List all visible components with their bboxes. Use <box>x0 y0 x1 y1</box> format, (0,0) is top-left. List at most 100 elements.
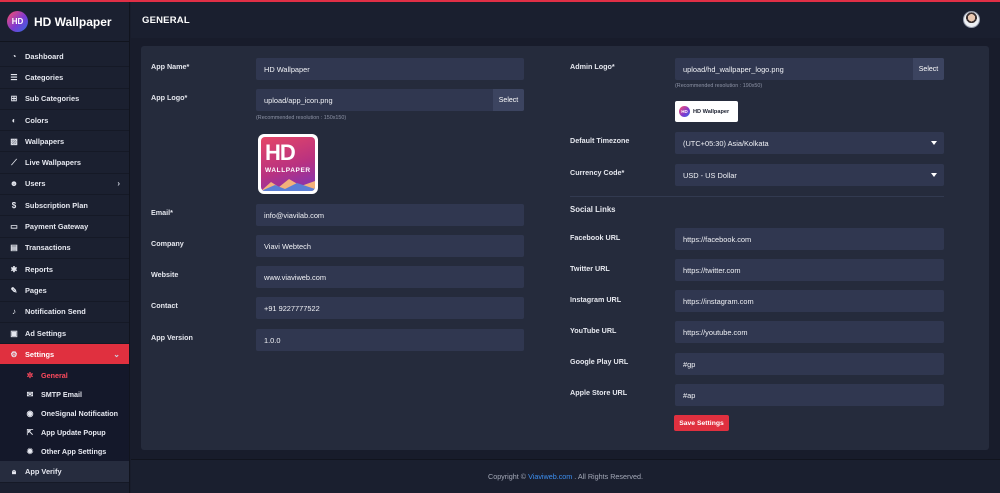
dollar-icon: $ <box>11 200 17 210</box>
sidebar-item-users[interactable]: ☻ Users › <box>0 174 129 196</box>
sidebar-item-reports[interactable]: ✱ Reports <box>0 259 129 281</box>
caret-down-icon <box>931 141 937 145</box>
twitter-label: Twitter URL <box>570 264 610 273</box>
sidebar-item-notification-send[interactable]: ♪ Notification Send <box>0 302 129 323</box>
website-label: Website <box>151 270 179 279</box>
sidebar-item-label: Subscription Plan <box>25 200 88 210</box>
google-play-label: Google Play URL <box>570 357 629 366</box>
app-icon-preview: HD WALLPAPER <box>258 134 318 194</box>
sidebar-item-label: Notification Send <box>25 307 86 317</box>
bell-icon: ♪ <box>12 307 16 317</box>
admin-logo-input[interactable]: upload/hd_wallpaper_logo.png Select <box>675 58 944 80</box>
sidebar-subitem-smtp-email[interactable]: ✉ SMTP Email <box>0 385 129 404</box>
sidebar-subitem-other-app-settings[interactable]: ✹ Other App Settings <box>0 442 129 461</box>
bug-icon: ✱ <box>10 264 18 274</box>
receipt-icon: ▤ <box>10 243 18 253</box>
sidebar-item-label: Live Wallpapers <box>25 158 81 168</box>
cog-icon: ✹ <box>26 447 34 457</box>
website-field[interactable]: www.viaviweb.com <box>256 266 524 288</box>
sidebar-item-wallpapers[interactable]: ▨ Wallpapers <box>0 131 129 153</box>
company-label: Company <box>151 239 184 248</box>
sidebar-item-sub-categories[interactable]: ⊞ Sub Categories <box>0 89 129 110</box>
sidebar-subitem-label: SMTP Email <box>41 389 83 399</box>
sidebar-item-label: Ad Settings <box>25 328 67 338</box>
sidebar-item-label: Settings <box>25 349 55 359</box>
company-field[interactable]: Viavi Webtech <box>256 235 524 257</box>
app-version-label: App Version <box>151 333 193 342</box>
timezone-select[interactable]: (UTC+05:30) Asia/Kolkata <box>675 132 944 154</box>
app-name-label: App Name* <box>151 62 190 71</box>
sidebar-subitem-label: General <box>41 370 68 380</box>
sidebar-item-pages[interactable]: ✎ Pages <box>0 280 129 302</box>
admin-logo-select-button[interactable]: Select <box>913 58 944 80</box>
top-header: GENERAL <box>131 2 1000 38</box>
gear-small-icon: ✲ <box>26 370 34 380</box>
chevron-down-icon: ⌄ <box>113 349 120 359</box>
apple-store-url-field[interactable]: #ap <box>675 384 944 406</box>
section-divider <box>570 196 944 197</box>
sidebar-subitem-label: OneSignal Notification <box>41 408 119 418</box>
sidebar-item-settings[interactable]: ⚙ Settings ⌄ <box>0 344 129 366</box>
sidebar-subitem-app-update-popup[interactable]: ⇱ App Update Popup <box>0 423 129 442</box>
save-settings-button[interactable]: Save Settings <box>674 415 729 431</box>
facebook-url-field[interactable]: https://facebook.com <box>675 228 944 250</box>
apple-store-label: Apple Store URL <box>570 388 628 397</box>
avatar[interactable] <box>963 11 980 28</box>
sidebar-item-label: Users <box>25 179 46 189</box>
sidebar: HD HD Wallpaper ◔ Dashboard ☰ Categories ⊞… <box>0 2 130 493</box>
sidebar-item-payment-gateway[interactable]: ▭ Payment Gateway <box>0 216 129 238</box>
social-links-title: Social Links <box>570 205 616 214</box>
sitemap-icon: ⊞ <box>10 94 18 104</box>
external-link-icon: ⇱ <box>26 428 34 438</box>
sidebar-item-transactions[interactable]: ▤ Transactions <box>0 238 129 259</box>
currency-select[interactable]: USD - US Dollar <box>675 164 944 186</box>
ad-icon: ▣ <box>10 328 18 338</box>
email-label: Email* <box>151 208 173 217</box>
app-logo-hint: (Recommended resolution : 150x150) <box>256 115 347 121</box>
sidebar-item-dashboard[interactable]: ◔ Dashboard <box>0 46 129 68</box>
sidebar-item-label: Dashboard <box>25 51 64 61</box>
app-logo-select-button[interactable]: Select <box>493 89 524 111</box>
footer-prefix: Copyright © <box>488 472 527 481</box>
brand[interactable]: HD HD Wallpaper <box>0 2 129 42</box>
sidebar-item-colors[interactable]: ◐ Colors <box>0 110 129 132</box>
app-icon-wallpaper-text: WALLPAPER <box>265 167 311 174</box>
mountain-icon <box>261 179 315 191</box>
sidebar-item-live-wallpapers[interactable]: ⟋ Live Wallpapers <box>0 152 129 174</box>
brand-logo-icon: HD <box>7 11 28 32</box>
app-version-field[interactable]: 1.0.0 <box>256 329 524 351</box>
page-title: GENERAL <box>142 14 190 26</box>
app-name-input[interactable]: HD Wallpaper <box>256 58 524 80</box>
twitter-url-field[interactable]: https://twitter.com <box>675 259 944 281</box>
sidebar-item-categories[interactable]: ☰ Categories <box>0 67 129 89</box>
youtube-label: YouTube URL <box>570 326 617 335</box>
sidebar-item-label: App Verify <box>25 467 62 477</box>
app-logo-input[interactable]: upload/app_icon.png Select <box>256 89 524 111</box>
instagram-url-field[interactable]: https://instagram.com <box>675 290 944 312</box>
app-icon-hd-text: HD <box>265 140 296 165</box>
youtube-url-field[interactable]: https://youtube.com <box>675 321 944 343</box>
sidebar-item-ad-settings[interactable]: ▣ Ad Settings <box>0 323 129 345</box>
sidebar-item-app-verify[interactable]: 🔒︎ App Verify <box>0 461 129 483</box>
sidebar-subitem-onesignal[interactable]: ◉ OneSignal Notification <box>0 404 129 423</box>
envelope-icon: ✉ <box>26 389 34 399</box>
contact-field[interactable]: +91 9227777522 <box>256 297 524 319</box>
footer-link[interactable]: Viaviweb.com <box>528 472 572 481</box>
admin-logo-badge-icon: HD <box>679 106 690 117</box>
sidebar-item-label: Reports <box>25 264 53 274</box>
list-icon: ☰ <box>10 72 18 82</box>
admin-logo-preview: HD HD Wallpaper <box>675 101 738 122</box>
sidebar-subitem-general[interactable]: ✲ General <box>0 365 129 384</box>
image-icon: ▨ <box>10 136 18 146</box>
footer-suffix: . All Rights Reserved. <box>574 472 643 481</box>
sidebar-item-label: Wallpapers <box>25 136 65 146</box>
sidebar-item-subscription-plan[interactable]: $ Subscription Plan <box>0 195 129 217</box>
palette-icon: ◐ <box>11 115 17 125</box>
dashboard-icon: ◔ <box>11 51 17 61</box>
sidebar-item-label: Colors <box>25 115 49 125</box>
google-play-url-field[interactable]: #gp <box>675 353 944 375</box>
brand-title: HD Wallpaper <box>34 14 112 29</box>
general-settings-panel: App Name* HD Wallpaper App Logo* upload/… <box>141 46 989 450</box>
email-field[interactable]: info@viavilab.com <box>256 204 524 226</box>
app-logo-label: App Logo* <box>151 93 188 102</box>
